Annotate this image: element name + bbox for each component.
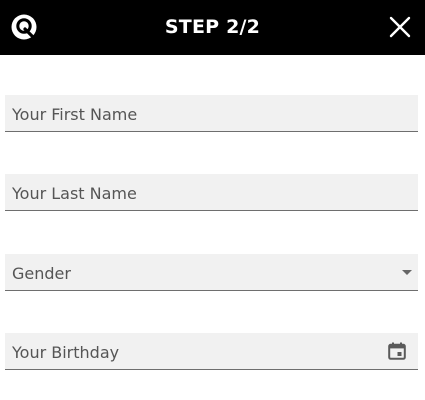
calendar-icon[interactable] [388, 342, 406, 360]
gender-placeholder: Gender [12, 264, 71, 283]
signup-step-screen: STEP 2/2 Your First Name Your Last Name … [0, 0, 425, 400]
birthday-field[interactable]: Your Birthday [5, 333, 418, 370]
page-title: STEP 2/2 [164, 16, 261, 38]
app-logo-icon [11, 14, 37, 40]
first-name-field[interactable]: Your First Name [5, 95, 418, 132]
first-name-placeholder: Your First Name [12, 105, 138, 124]
last-name-placeholder: Your Last Name [12, 184, 137, 203]
last-name-field[interactable]: Your Last Name [5, 174, 418, 211]
birthday-placeholder: Your Birthday [12, 343, 120, 362]
dropdown-arrow-icon[interactable] [402, 270, 412, 275]
header-bar: STEP 2/2 [0, 0, 425, 55]
close-icon[interactable] [387, 14, 413, 40]
gender-select[interactable]: Gender [5, 254, 418, 291]
